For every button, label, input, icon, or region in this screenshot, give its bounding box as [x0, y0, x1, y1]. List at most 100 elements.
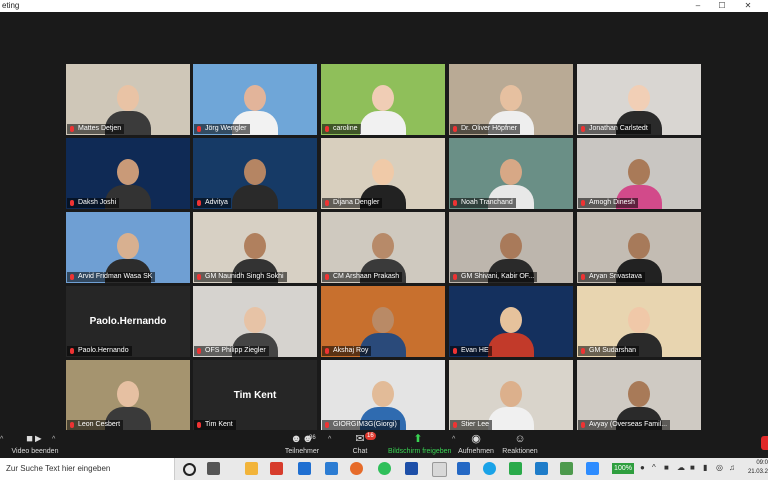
minimize-button[interactable]: – [688, 0, 708, 12]
tray-chevron-icon[interactable]: ^ [652, 463, 656, 472]
participant-figure [231, 157, 279, 209]
participant-tile[interactable]: GM Shivani, Kabir OF... [449, 212, 573, 283]
participant-tile[interactable]: GM Sudarshan [577, 286, 701, 357]
participant-tile[interactable]: Arvid Fridman Wasa SK [66, 212, 190, 283]
participant-name: caroline [333, 125, 358, 132]
muted-mic-icon [197, 200, 201, 206]
participant-tile[interactable]: Mattes Detjen [66, 64, 190, 135]
participant-name: GM Shivani, Kabir OF... [461, 273, 535, 280]
app-icon-3[interactable] [457, 462, 470, 475]
participant-name: GM Naunidh Singh Sokhi [205, 273, 284, 280]
video-camera-icon: ■► [26, 433, 44, 445]
app-icon-5[interactable] [535, 462, 548, 475]
participant-name-label: CM Arshaan Prakash [322, 272, 403, 282]
participant-name-label: Daksh Joshi [67, 198, 120, 208]
muted-mic-icon [325, 200, 329, 206]
battery-icon[interactable]: ▮ [703, 463, 707, 472]
app-icon-4[interactable] [509, 462, 522, 475]
cortana-icon[interactable] [183, 463, 196, 476]
participant-name-label: Advitya [194, 198, 231, 208]
participant-head [500, 85, 522, 111]
people-icon[interactable]: ● [640, 463, 645, 472]
muted-mic-icon [453, 200, 457, 206]
participant-name-label: Dr. Oliver Höpfner [450, 124, 521, 134]
participant-head [628, 159, 650, 185]
volume-icon[interactable]: ♫ [729, 463, 735, 472]
muted-mic-icon [453, 126, 457, 132]
tray-icon-2[interactable]: ■ [690, 463, 695, 472]
participant-tile[interactable]: Advitya [193, 138, 317, 209]
maximize-button[interactable]: ☐ [712, 0, 732, 12]
close-button[interactable]: ✕ [738, 0, 758, 12]
participant-tile[interactable]: Tim Kent Tim Kent [193, 360, 317, 431]
participant-tile[interactable]: Stier Lee [449, 360, 573, 431]
cloud-icon[interactable]: ☁ [677, 463, 685, 472]
participant-tile[interactable]: OFS Philipp Ziegler [193, 286, 317, 357]
taskbar-search[interactable]: Zur Suche Text hier eingeben [0, 458, 175, 480]
muted-mic-icon [70, 126, 74, 132]
participant-head [244, 159, 266, 185]
participant-tile[interactable]: caroline [321, 64, 445, 135]
participant-name: Dijana Dengler [333, 199, 380, 206]
participant-name-label: Jörg Wengler [194, 124, 250, 134]
participant-figure [487, 379, 535, 431]
end-meeting-button[interactable] [761, 436, 768, 450]
participant-tile[interactable]: Evan HE [449, 286, 573, 357]
participant-name-label: Aryan Srivastava [578, 272, 645, 282]
taskbar-search-placeholder: Zur Suche Text hier eingeben [6, 464, 111, 473]
participant-tile[interactable]: Dijana Dengler [321, 138, 445, 209]
participant-figure [359, 83, 407, 135]
participant-name-label: GIORGIM3G(Giorgi) [322, 420, 400, 430]
participant-tile[interactable]: Noah Tranchand [449, 138, 573, 209]
participant-body [488, 333, 534, 357]
participant-tile[interactable]: Dr. Oliver Höpfner [449, 64, 573, 135]
participant-tile[interactable]: GM Naunidh Singh Sokhi [193, 212, 317, 283]
participants-button[interactable]: ☻☻ 86 Teilnehmer [272, 432, 332, 455]
battery-indicator[interactable]: 100% [612, 463, 634, 474]
participant-tile[interactable]: Jörg Wengler [193, 64, 317, 135]
reactions-button[interactable]: ☺ Reaktionen [490, 432, 550, 455]
participant-head [628, 381, 650, 407]
stop-video-button[interactable]: ■► Video beenden [5, 432, 65, 455]
muted-mic-icon [70, 200, 74, 206]
participant-head [372, 307, 394, 333]
participants-count: 86 [309, 435, 316, 441]
participant-name: Stier Lee [461, 421, 490, 428]
share-screen-button[interactable]: ⬆ Bildschirm freigeben [388, 432, 451, 455]
participant-tile[interactable]: GIORGIM3G(Giorgi) [321, 360, 445, 431]
muted-mic-icon [325, 348, 329, 354]
muted-mic-icon [325, 126, 329, 132]
mail-icon[interactable] [325, 462, 338, 475]
audio-caret-icon[interactable]: ^ [0, 436, 3, 443]
participant-tile[interactable]: Jonathan Carlstedt [577, 64, 701, 135]
participant-tile[interactable]: Paolo.Hernando Paolo.Hernando [66, 286, 190, 357]
participant-name-label: Akshaj Roy [322, 346, 372, 356]
file-explorer-icon[interactable] [245, 462, 258, 475]
whatsapp-icon[interactable] [378, 462, 391, 475]
app-icon-1[interactable] [270, 462, 283, 475]
muted-mic-icon [325, 274, 329, 280]
zoom-icon[interactable] [586, 462, 599, 475]
muted-mic-icon [453, 348, 457, 354]
task-view-icon[interactable] [207, 462, 220, 475]
tray-icon-1[interactable]: ■ [664, 463, 669, 472]
word-icon[interactable] [405, 462, 418, 475]
participant-tile[interactable]: Leon Cesbert [66, 360, 190, 431]
video-caret-icon[interactable]: ^ [52, 436, 55, 443]
app-icon-6[interactable] [560, 462, 573, 475]
participant-name: Advitya [205, 199, 228, 206]
network-icon[interactable]: ◎ [716, 463, 723, 472]
skype-icon[interactable] [483, 462, 496, 475]
participant-tile[interactable]: Aryan Srivastava [577, 212, 701, 283]
chat-button[interactable]: ✉ 16 Chat [330, 432, 390, 455]
dropbox-icon[interactable] [298, 462, 311, 475]
participant-tile[interactable]: CM Arshaan Prakash [321, 212, 445, 283]
participant-tile[interactable]: Daksh Joshi [66, 138, 190, 209]
firefox-icon[interactable] [350, 462, 363, 475]
participant-tile[interactable]: Akshaj Roy [321, 286, 445, 357]
participant-tile[interactable]: Amogh Dinesh [577, 138, 701, 209]
participant-tile[interactable]: Avyay (Overseas Famil... [577, 360, 701, 431]
app-icon-2[interactable] [432, 462, 447, 477]
participant-name-label: Amogh Dinesh [578, 198, 638, 208]
clock[interactable]: 09:0 21.03.2 [745, 459, 768, 477]
